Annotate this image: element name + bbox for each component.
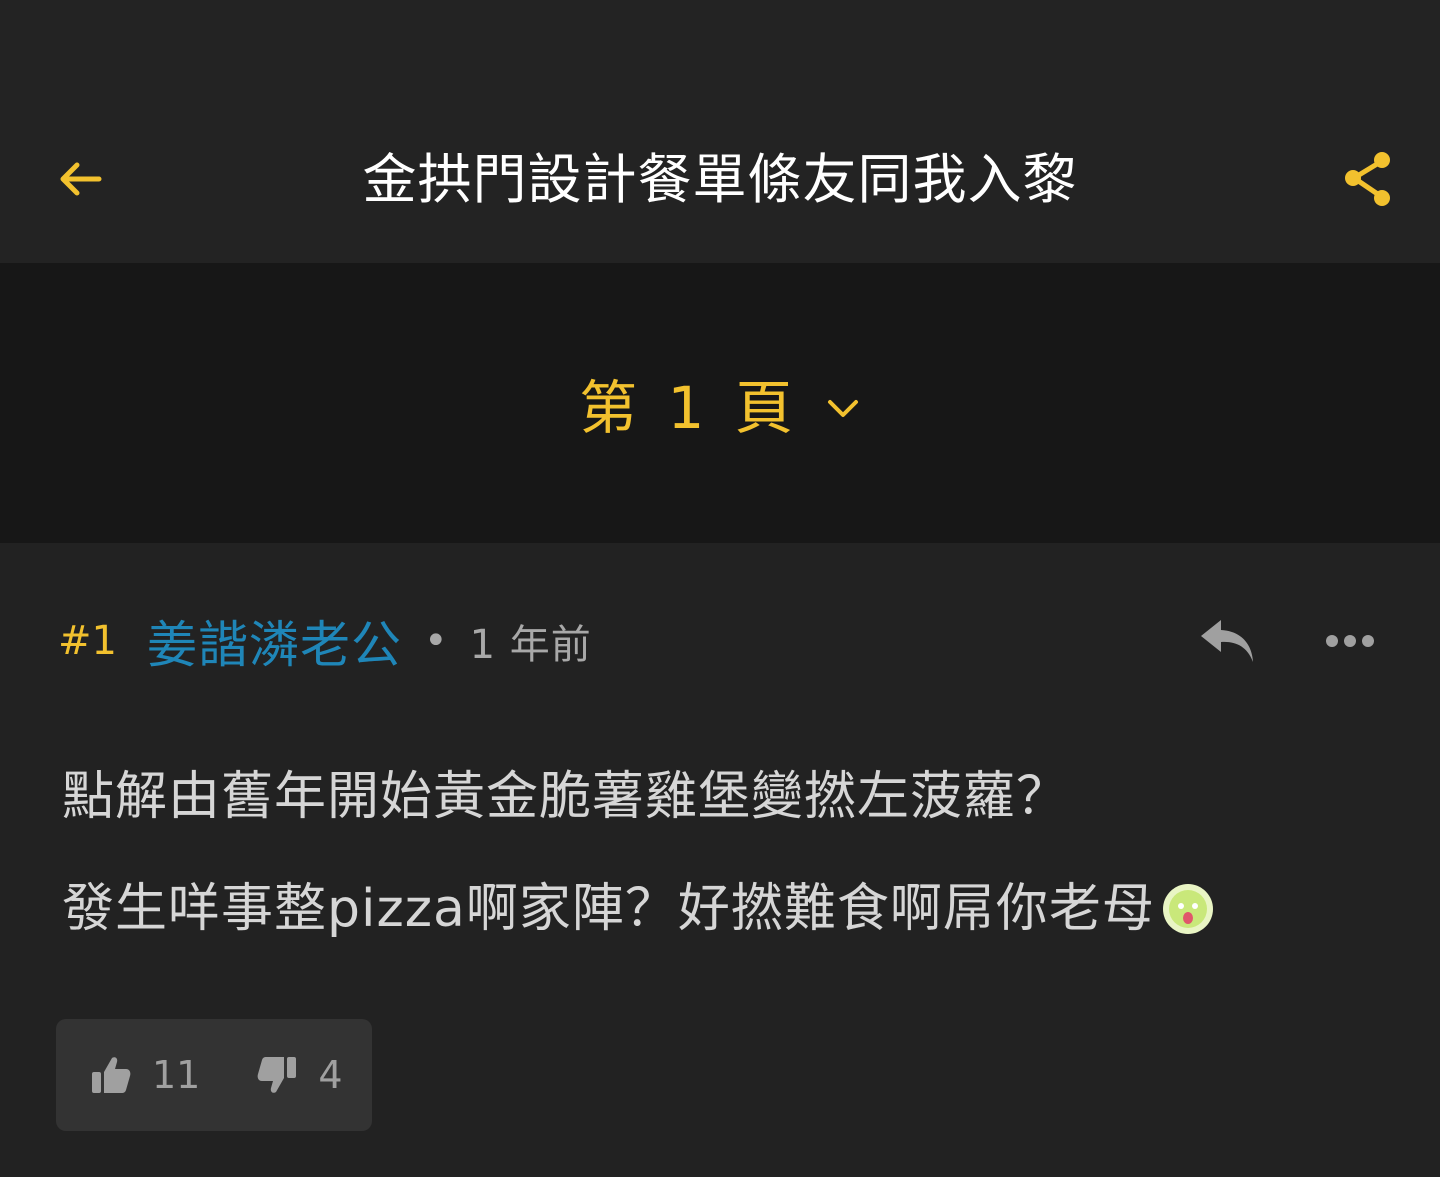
post-text-line: 點解由舊年開始黃金脆薯雞堡變撚左菠蘿？ (62, 741, 1382, 853)
post-body: 點解由舊年開始黃金脆薯雞堡變撚左菠蘿？ 發生咩事整pizza啊家陣？好撚難食啊屌… (62, 741, 1382, 965)
thread-title: 金拱門設計餐單條友同我入黎 (362, 148, 1078, 211)
page-label: 第 1 頁 (579, 374, 799, 442)
username-link[interactable]: 姜諧潾老公 (147, 605, 402, 677)
post-number: #1 (58, 618, 117, 664)
dislike-button[interactable]: 4 (256, 1053, 343, 1097)
thumbs-down-icon (257, 1057, 297, 1093)
post-card: #1 姜諧潾老公 • 1 年前 點解由舊年開始黃金脆薯雞堡變撚左菠蘿？ 發生咩事… (0, 543, 1440, 1177)
dislike-count: 4 (318, 1053, 343, 1097)
pagination-bar: 第 1 頁 (0, 263, 1440, 543)
post-text-line: 發生咩事整pizza啊家陣？好撚難食啊屌你老母 (62, 853, 1382, 965)
like-button[interactable]: 11 (90, 1053, 200, 1097)
vote-panel: 11 4 (56, 1019, 372, 1131)
sticker-emoji-icon (1162, 884, 1213, 934)
page-selector[interactable]: 第 1 頁 (560, 363, 880, 453)
more-options-button[interactable] (1316, 619, 1384, 663)
arrow-left-icon (60, 162, 102, 196)
back-button[interactable] (50, 150, 108, 208)
chevron-down-icon (827, 400, 858, 417)
like-count: 11 (152, 1053, 201, 1097)
post-timestamp: 1 年前 (469, 622, 592, 668)
more-horizontal-icon (1326, 635, 1374, 647)
separator-dot: • (423, 618, 448, 664)
reply-icon (1201, 620, 1253, 662)
reply-button[interactable] (1192, 613, 1262, 669)
post-text-line-2: 發生咩事整pizza啊家陣？好撚難食啊屌你老母 (62, 879, 1155, 939)
share-icon (1345, 152, 1390, 206)
post-text-line-1: 點解由舊年開始黃金脆薯雞堡變撚左菠蘿？ (62, 767, 1070, 827)
thumbs-up-icon (92, 1057, 131, 1093)
share-button[interactable] (1336, 146, 1400, 212)
post-header: #1 姜諧潾老公 • 1 年前 (58, 603, 592, 679)
top-app-bar: 金拱門設計餐單條友同我入黎 (0, 0, 1440, 263)
